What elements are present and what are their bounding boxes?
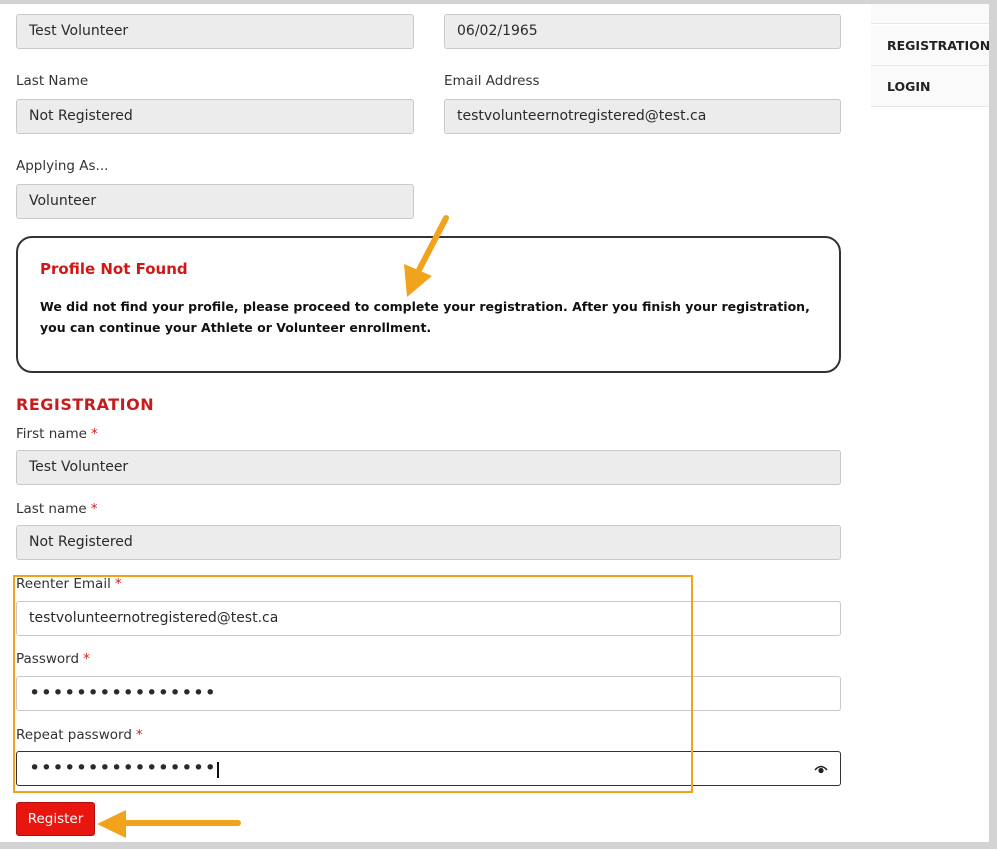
- side-menu-item-login[interactable]: LOGIN: [871, 66, 989, 107]
- side-menu: REGISTRATION LOGIN: [871, 4, 990, 107]
- side-menu-item-registration[interactable]: REGISTRATION: [871, 26, 990, 66]
- annotation-highlight-box: [13, 575, 693, 793]
- last-name-input[interactable]: Not Registered: [16, 525, 841, 560]
- notice-text: We did not find your profile, please pro…: [40, 299, 810, 335]
- profile-last-name-label: Last Name: [16, 73, 89, 89]
- applying-as-label: Applying As...: [16, 158, 109, 174]
- profile-last-name-field[interactable]: Not Registered: [16, 99, 414, 134]
- first-name-input[interactable]: Test Volunteer: [16, 450, 841, 485]
- last-name-label: Last name *: [16, 501, 98, 517]
- profile-dob-field[interactable]: 06/02/1965: [444, 14, 841, 49]
- register-button[interactable]: Register: [16, 802, 95, 836]
- first-name-label: First name *: [16, 426, 98, 442]
- profile-first-name-field[interactable]: Test Volunteer: [16, 14, 414, 49]
- registration-heading: REGISTRATION: [16, 395, 155, 414]
- side-menu-item-clipped[interactable]: [871, 4, 989, 24]
- show-password-eye-icon[interactable]: [814, 763, 828, 775]
- annotation-arrow-left-icon: [97, 810, 241, 838]
- notice-title: Profile Not Found: [40, 260, 188, 278]
- profile-email-field[interactable]: testvolunteernotregistered@test.ca: [444, 99, 841, 134]
- applying-as-field[interactable]: Volunteer: [16, 184, 414, 219]
- profile-not-found-notice: Profile Not Found We did not find your p…: [16, 236, 841, 373]
- profile-email-label: Email Address: [444, 73, 540, 89]
